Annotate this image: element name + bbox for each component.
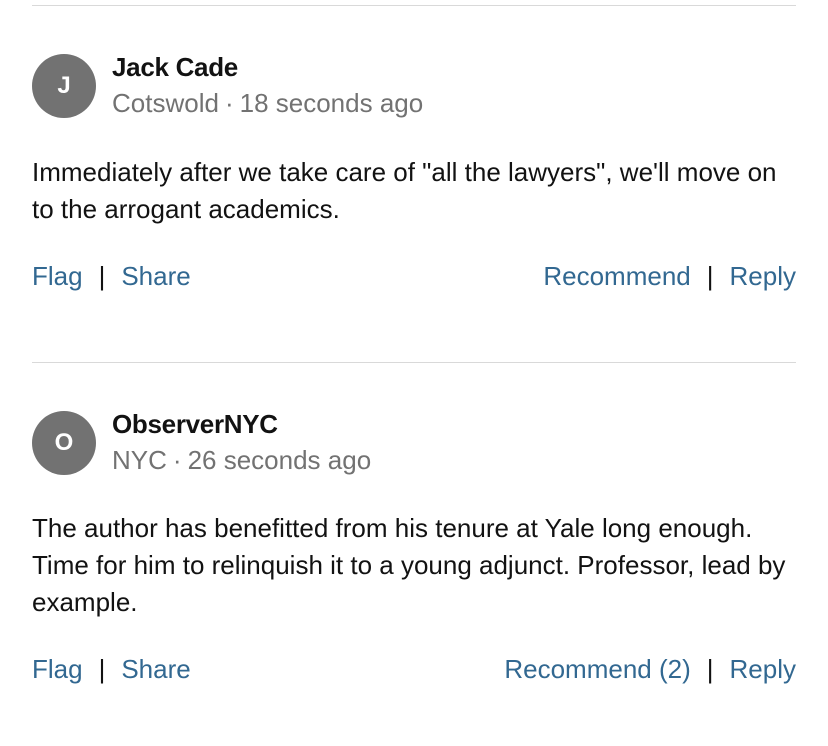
comment-meta: NYC · 26 seconds ago <box>112 445 371 476</box>
share-button[interactable]: Share <box>121 654 190 685</box>
flag-button[interactable]: Flag <box>32 261 83 292</box>
comment-meta: Cotswold · 18 seconds ago <box>112 88 423 119</box>
comment-item: J Jack Cade Cotswold · 18 seconds ago Imme… <box>32 0 796 360</box>
comment-item: O ObserverNYC NYC · 26 seconds ago The aut… <box>32 357 796 746</box>
left-actions: Flag | Share <box>32 654 191 685</box>
action-separator: | <box>706 260 714 291</box>
action-separator: | <box>98 260 106 291</box>
left-actions: Flag | Share <box>32 261 191 292</box>
comment-location: NYC <box>112 445 167 475</box>
comment-body: The author has benefitted from his tenur… <box>32 513 786 617</box>
meta-dot: · <box>172 445 182 475</box>
right-actions: Recommend | Reply <box>543 261 796 292</box>
comment-body: Immediately after we take care of "all t… <box>32 157 777 224</box>
comment-actions: Flag | Share Recommend (2) | Reply <box>32 652 796 686</box>
comment-actions: Flag | Share Recommend | Reply <box>32 259 796 293</box>
comment-timestamp: 18 seconds ago <box>239 88 424 118</box>
meta-dot: · <box>224 88 234 118</box>
action-separator: | <box>706 653 714 684</box>
comment-author[interactable]: ObserverNYC <box>112 409 278 440</box>
avatar-initial: O <box>54 429 74 456</box>
right-actions: Recommend (2) | Reply <box>504 654 796 685</box>
comment-author[interactable]: Jack Cade <box>112 52 238 83</box>
action-separator: | <box>98 653 106 684</box>
recommend-button[interactable]: Recommend <box>543 261 690 292</box>
comment-timestamp: 26 seconds ago <box>187 445 372 475</box>
avatar-initial: J <box>57 72 71 99</box>
share-button[interactable]: Share <box>121 261 190 292</box>
recommend-button[interactable]: Recommend (2) <box>504 654 690 685</box>
reply-button[interactable]: Reply <box>730 654 796 685</box>
comment-location: Cotswold <box>112 88 219 118</box>
reply-button[interactable]: Reply <box>730 261 796 292</box>
avatar[interactable]: O <box>32 411 96 475</box>
flag-button[interactable]: Flag <box>32 654 83 685</box>
avatar[interactable]: J <box>32 54 96 118</box>
